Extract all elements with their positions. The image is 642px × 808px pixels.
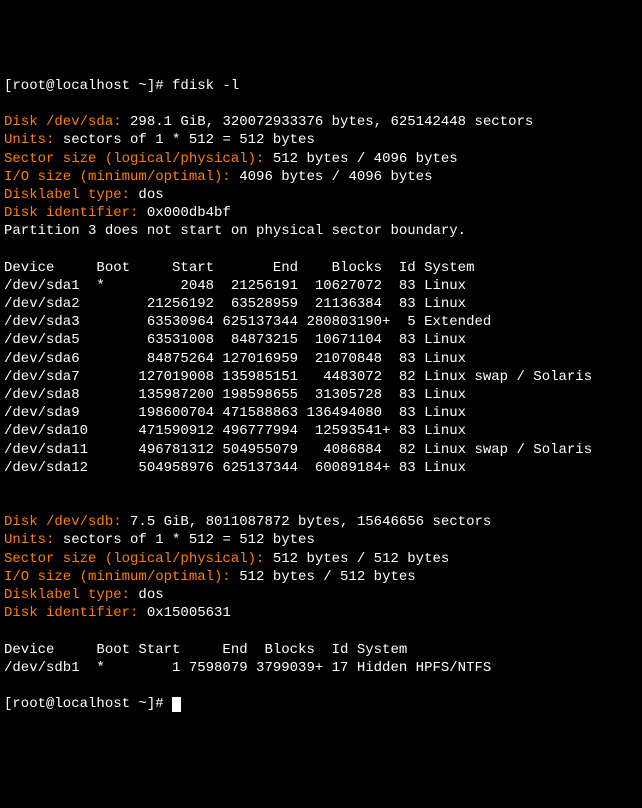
terminal-line: /dev/sda8 135987200 198598655 31305728 8… bbox=[4, 386, 638, 404]
field-label: Units: bbox=[4, 532, 54, 548]
terminal-line: [root@localhost ~]# bbox=[4, 695, 638, 713]
terminal-line: Disklabel type: dos bbox=[4, 186, 638, 204]
terminal-line: Device Boot Start End Blocks Id System bbox=[4, 259, 638, 277]
field-label: I/O size (minimum/optimal): bbox=[4, 169, 231, 185]
field-label: Units: bbox=[4, 132, 54, 148]
terminal-line: Units: sectors of 1 * 512 = 512 bytes bbox=[4, 531, 638, 549]
terminal-line: /dev/sda5 63531008 84873215 10671104 83 … bbox=[4, 331, 638, 349]
terminal-line: [root@localhost ~]# fdisk -l bbox=[4, 77, 638, 95]
terminal-line: I/O size (minimum/optimal): 512 bytes / … bbox=[4, 568, 638, 586]
terminal-line bbox=[4, 495, 638, 513]
field-label: Disk /dev/sda: bbox=[4, 114, 122, 130]
terminal-line: Disk /dev/sda: 298.1 GiB, 320072933376 b… bbox=[4, 113, 638, 131]
terminal-line: /dev/sda10 471590912 496777994 12593541+… bbox=[4, 422, 638, 440]
terminal-output: [root@localhost ~]# fdisk -l Disk /dev/s… bbox=[4, 77, 638, 714]
terminal-line: /dev/sda11 496781312 504955079 4086884 8… bbox=[4, 441, 638, 459]
terminal-line: Disklabel type: dos bbox=[4, 586, 638, 604]
terminal-line bbox=[4, 95, 638, 113]
terminal-line: /dev/sda6 84875264 127016959 21070848 83… bbox=[4, 350, 638, 368]
cursor[interactable] bbox=[172, 697, 181, 712]
terminal-line: /dev/sda12 504958976 625137344 60089184+… bbox=[4, 459, 638, 477]
field-label: Disk identifier: bbox=[4, 205, 138, 221]
terminal-line: Disk identifier: 0x15005631 bbox=[4, 604, 638, 622]
field-label: Sector size (logical/physical): bbox=[4, 551, 264, 567]
terminal-line: I/O size (minimum/optimal): 4096 bytes /… bbox=[4, 168, 638, 186]
terminal-line: Sector size (logical/physical): 512 byte… bbox=[4, 550, 638, 568]
terminal-line: /dev/sdb1 * 1 7598079 3799039+ 17 Hidden… bbox=[4, 659, 638, 677]
field-label: Disk /dev/sdb: bbox=[4, 514, 122, 530]
field-label: I/O size (minimum/optimal): bbox=[4, 569, 231, 585]
field-label: Disk identifier: bbox=[4, 605, 138, 621]
terminal-line: /dev/sda9 198600704 471588863 136494080 … bbox=[4, 404, 638, 422]
terminal-line bbox=[4, 240, 638, 258]
terminal-line: Partition 3 does not start on physical s… bbox=[4, 222, 638, 240]
terminal-line: Sector size (logical/physical): 512 byte… bbox=[4, 150, 638, 168]
terminal-line: Disk /dev/sdb: 7.5 GiB, 8011087872 bytes… bbox=[4, 513, 638, 531]
terminal-line: Units: sectors of 1 * 512 = 512 bytes bbox=[4, 131, 638, 149]
terminal-line: /dev/sda1 * 2048 21256191 10627072 83 Li… bbox=[4, 277, 638, 295]
terminal-line bbox=[4, 622, 638, 640]
field-label: Disklabel type: bbox=[4, 187, 130, 203]
terminal-line: Disk identifier: 0x000db4bf bbox=[4, 204, 638, 222]
terminal-line bbox=[4, 677, 638, 695]
terminal-line: /dev/sda7 127019008 135985151 4483072 82… bbox=[4, 368, 638, 386]
terminal-line: /dev/sda3 63530964 625137344 280803190+ … bbox=[4, 313, 638, 331]
terminal-line: /dev/sda2 21256192 63528959 21136384 83 … bbox=[4, 295, 638, 313]
terminal-line: Device Boot Start End Blocks Id System bbox=[4, 641, 638, 659]
terminal-line bbox=[4, 477, 638, 495]
field-label: Sector size (logical/physical): bbox=[4, 151, 264, 167]
field-label: Disklabel type: bbox=[4, 587, 130, 603]
